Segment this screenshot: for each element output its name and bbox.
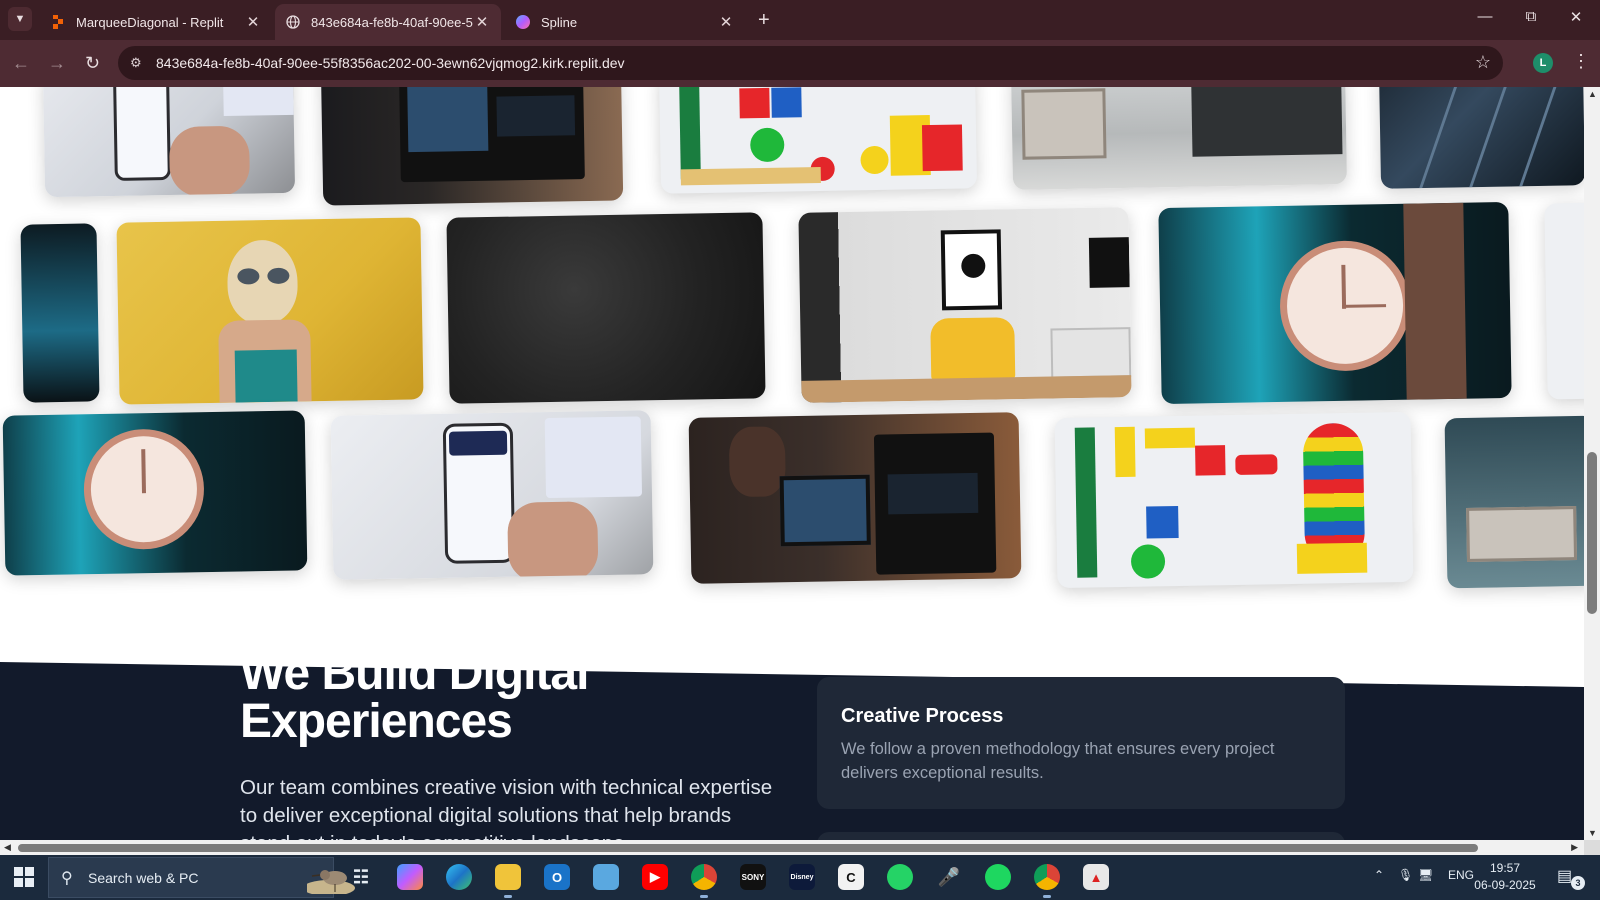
running-indicator	[700, 895, 708, 898]
chrome-icon[interactable]	[691, 864, 717, 890]
search-placeholder: Search web & PC	[88, 870, 199, 886]
bookmark-star-icon[interactable]: ☆	[1475, 52, 1491, 73]
clock-time: 19:57	[1489, 861, 1521, 875]
hyperx-icon[interactable]: ▲	[1083, 864, 1109, 890]
browser-menu-icon[interactable]: ⋮	[1572, 51, 1590, 72]
screen: ▼ MarqueeDiagonal - Replit ✕ 843e684a-fe…	[0, 0, 1600, 900]
gallery-image-dark-texture	[446, 212, 766, 404]
show-hidden-icons-chevron-icon[interactable]: ⌃	[1374, 868, 1384, 882]
copilot-icon[interactable]	[397, 864, 423, 890]
sonyliv-icon[interactable]: SONY	[740, 864, 766, 890]
about-section-background	[0, 662, 1584, 840]
clock-date: 06-09-2025	[1474, 878, 1536, 892]
hotstar-icon[interactable]: Disney	[789, 864, 815, 890]
outlook-icon[interactable]: O	[544, 864, 570, 890]
tab-search-button[interactable]: ▼	[8, 7, 32, 31]
browser-toolbar: ← → ↻ ⚙ 843e684a-fe8b-40af-90ee-55f8356a…	[0, 40, 1600, 87]
taskbar-search-box[interactable]: ⚲ Search web & PC	[48, 857, 355, 898]
vertical-scrollbar[interactable]: ▲ ▼	[1584, 87, 1600, 840]
reload-icon: ↻	[85, 53, 101, 73]
page-viewport: We Build Digital Experiences Our team co…	[0, 87, 1584, 840]
tab-title: Spline	[541, 14, 578, 30]
close-icon[interactable]: ✕	[244, 13, 262, 31]
address-bar[interactable]: ⚙ 843e684a-fe8b-40af-90ee-55f8356ac202-0…	[118, 46, 1503, 80]
gallery-image-glass-building	[1378, 87, 1584, 189]
gallery-image-developer-desk	[688, 412, 1022, 584]
horizontal-scroll-thumb[interactable]	[18, 844, 1478, 852]
tab-title: 843e684a-fe8b-40af-90ee-55f8	[311, 14, 473, 30]
feature-card-title: Creative Process	[841, 705, 1004, 727]
horizontal-scrollbar[interactable]: ◀ ▶	[0, 840, 1584, 855]
gallery-image-office-hallway	[1010, 87, 1348, 190]
scrollbar-corner	[1584, 840, 1600, 855]
feature-card-next	[817, 832, 1345, 840]
windows-taskbar: ⚲ Search web & PC ☷ O ▶ SONY Disney C 🎤 …	[0, 855, 1600, 900]
windows-start-button[interactable]	[14, 867, 34, 887]
youtube-icon[interactable]: ▶	[642, 864, 668, 890]
microphone-icon[interactable]: 🎤	[936, 864, 962, 890]
restore-button[interactable]: ⧉	[1516, 8, 1546, 25]
gallery-image-toys-flatlay	[658, 87, 978, 194]
file-explorer-icon[interactable]	[495, 864, 521, 890]
window-close-button[interactable]: ✕	[1561, 8, 1591, 26]
replit-icon	[50, 14, 66, 30]
running-indicator	[1043, 895, 1051, 898]
globe-icon	[285, 14, 301, 30]
microphone-tray-icon[interactable]: 🎙	[1398, 868, 1413, 882]
close-icon[interactable]: ✕	[473, 13, 491, 31]
vertical-scroll-thumb[interactable]	[1587, 452, 1597, 614]
gallery-image-phone-analytics	[330, 410, 654, 580]
back-button[interactable]: ←	[12, 53, 30, 73]
running-indicator	[504, 895, 512, 898]
task-view-icon[interactable]: ☷	[348, 864, 374, 890]
gallery-image-toys-flatlay	[1054, 411, 1414, 589]
diagonal-marquee-gallery	[0, 87, 1584, 607]
edge-icon[interactable]	[446, 864, 472, 890]
tab-replit[interactable]: MarqueeDiagonal - Replit ✕	[40, 4, 272, 40]
minimize-button[interactable]: —	[1470, 8, 1500, 25]
close-icon[interactable]: ✕	[717, 13, 735, 31]
gallery-image-tissot-watch	[2, 410, 308, 576]
arrow-left-icon: ←	[12, 53, 30, 73]
gallery-image-teal-abstract	[20, 223, 100, 403]
notification-center-icon[interactable]: ▤ 3	[1557, 866, 1585, 890]
gallery-image-phone-analytics	[42, 87, 296, 198]
gallery-image-partial	[1544, 202, 1584, 400]
network-icon[interactable]: 🖥	[1418, 868, 1433, 882]
search-icon: ⚲	[61, 870, 73, 887]
system-clock[interactable]: 19:57 06-09-2025	[1465, 860, 1545, 894]
tab-active-page[interactable]: 843e684a-fe8b-40af-90ee-55f8 ✕	[275, 4, 501, 40]
spotify-icon[interactable]	[985, 864, 1011, 890]
gallery-image-developer-desk	[320, 87, 624, 206]
scroll-down-icon[interactable]: ▼	[1588, 828, 1597, 838]
notification-count-badge: 3	[1571, 876, 1585, 890]
arrow-right-icon: →	[48, 53, 66, 73]
site-info-icon[interactable]: ⚙	[130, 55, 142, 71]
chrome-icon[interactable]	[1034, 864, 1060, 890]
reload-button[interactable]: ↻	[85, 53, 100, 73]
section-lead-text: Our team combines creative vision with t…	[240, 776, 773, 840]
cursor-app-icon[interactable]: C	[838, 864, 864, 890]
tab-title: MarqueeDiagonal - Replit	[76, 14, 224, 30]
feature-card-text: We follow a proven methodology that ensu…	[841, 740, 1275, 782]
forward-button[interactable]: →	[48, 53, 66, 73]
spline-icon	[515, 14, 531, 30]
feature-card-creative-process: Creative Process We follow a proven meth…	[817, 677, 1345, 809]
gallery-image-woman-yellow-wall	[116, 217, 424, 405]
tab-spline[interactable]: Spline ✕	[505, 4, 745, 40]
url-text[interactable]: 843e684a-fe8b-40af-90ee-55f8356ac202-00-…	[156, 55, 625, 71]
browser-tab-strip: ▼ MarqueeDiagonal - Replit ✕ 843e684a-fe…	[0, 0, 1600, 40]
chevron-down-icon: ▼	[14, 13, 26, 25]
scroll-left-icon[interactable]: ◀	[4, 842, 11, 853]
scroll-right-icon[interactable]: ▶	[1571, 842, 1578, 853]
section-headline: We Build Digital Experiences	[240, 647, 589, 748]
whatsapp-icon[interactable]	[887, 864, 913, 890]
scroll-up-icon[interactable]: ▲	[1588, 89, 1597, 99]
new-tab-button[interactable]: +	[758, 8, 770, 32]
gallery-image-teal-interior	[1444, 415, 1584, 589]
gallery-image-yellow-armchair-room	[798, 207, 1132, 403]
remote-desktop-icon[interactable]	[593, 864, 619, 890]
profile-avatar[interactable]: L	[1533, 53, 1553, 73]
gallery-image-tissot-watch	[1158, 201, 1512, 405]
